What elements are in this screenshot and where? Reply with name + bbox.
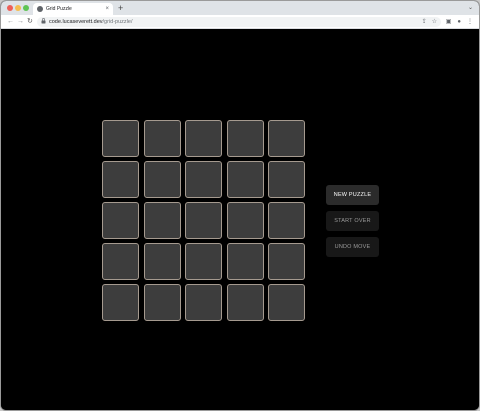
puzzle-tile[interactable]	[102, 120, 139, 157]
undo-move-button[interactable]: UNDO MOVE	[326, 237, 379, 257]
puzzle-tile[interactable]	[102, 161, 139, 198]
title-bar: Grid Puzzle × + ⌄	[1, 1, 479, 15]
new-puzzle-button[interactable]: NEW PUZZLE	[326, 185, 379, 205]
puzzle-tile[interactable]	[143, 243, 181, 280]
profile-avatar-icon[interactable]: ●	[457, 17, 461, 27]
puzzle-tile[interactable]	[268, 284, 305, 321]
start-over-button[interactable]: START OVER	[326, 211, 379, 231]
back-arrow-icon[interactable]: ←	[7, 17, 14, 27]
page-content: NEW PUZZLE START OVER UNDO MOVE	[1, 29, 479, 410]
browser-toolbar: ← → ↻ code.lucaseverett.dev/grid-puzzle/…	[1, 15, 479, 29]
globe-icon	[37, 6, 43, 12]
puzzle-tile[interactable]	[268, 120, 305, 157]
browser-window: Grid Puzzle × + ⌄ ← → ↻ code.lucaseveret…	[0, 0, 480, 411]
bookmark-star-icon[interactable]: ☆	[432, 17, 437, 27]
url-text[interactable]: code.lucaseverett.dev/grid-puzzle/	[49, 19, 132, 25]
puzzle-tile[interactable]	[226, 202, 264, 239]
puzzle-tile[interactable]	[226, 120, 264, 157]
puzzle-tile[interactable]	[102, 243, 139, 280]
puzzle-tile[interactable]	[185, 161, 222, 198]
forward-arrow-icon[interactable]: →	[17, 17, 24, 27]
reload-icon[interactable]: ↻	[27, 17, 33, 27]
maximize-window-button[interactable]	[23, 5, 29, 11]
close-window-button[interactable]	[7, 5, 13, 11]
share-icon[interactable]: ⇪	[422, 17, 427, 27]
browser-menu-icon[interactable]: ⋮	[467, 17, 473, 27]
puzzle-tile[interactable]	[143, 284, 181, 321]
puzzle-tile[interactable]	[185, 243, 222, 280]
puzzle-tile[interactable]	[226, 243, 264, 280]
puzzle-grid	[102, 120, 305, 321]
puzzle-tile[interactable]	[185, 202, 222, 239]
minimize-window-button[interactable]	[15, 5, 21, 11]
puzzle-tile[interactable]	[102, 202, 139, 239]
puzzle-tile[interactable]	[185, 120, 222, 157]
puzzle-tile[interactable]	[268, 243, 305, 280]
url-domain: code.lucaseverett.dev	[49, 19, 103, 25]
tab-search-icon[interactable]: ⌄	[468, 4, 473, 11]
address-bar[interactable]: code.lucaseverett.dev/grid-puzzle/ ⇪ ☆	[37, 17, 441, 27]
puzzle-controls: NEW PUZZLE START OVER UNDO MOVE	[326, 185, 379, 257]
puzzle-tile[interactable]	[143, 120, 181, 157]
lock-icon[interactable]	[41, 18, 46, 26]
new-tab-button[interactable]: +	[118, 3, 123, 13]
tab-title: Grid Puzzle	[46, 6, 72, 12]
close-tab-icon[interactable]: ×	[105, 6, 109, 12]
url-path: /grid-puzzle/	[102, 19, 133, 25]
side-panel-icon[interactable]: ▣	[446, 17, 452, 27]
puzzle-tile[interactable]	[268, 202, 305, 239]
puzzle-tile[interactable]	[268, 161, 305, 198]
puzzle-tile[interactable]	[102, 284, 139, 321]
puzzle-tile[interactable]	[226, 161, 264, 198]
puzzle-tile[interactable]	[185, 284, 222, 321]
puzzle-tile[interactable]	[226, 284, 264, 321]
puzzle-tile[interactable]	[143, 161, 181, 198]
browser-tab[interactable]: Grid Puzzle ×	[33, 3, 113, 15]
puzzle-tile[interactable]	[143, 202, 181, 239]
